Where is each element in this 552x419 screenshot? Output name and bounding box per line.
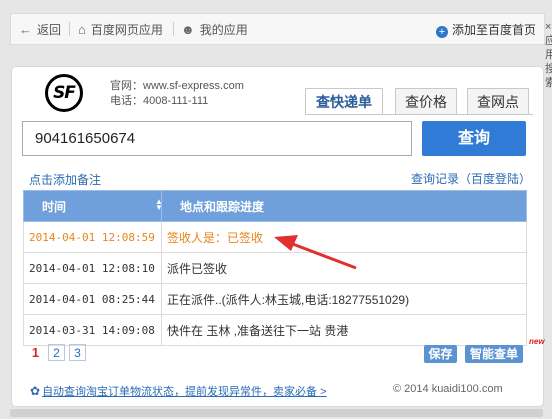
annotation-arrow <box>274 235 357 270</box>
horizontal-scrollbar[interactable] <box>10 409 543 417</box>
arrow-head <box>274 235 298 251</box>
arrow-shaft <box>289 241 357 270</box>
